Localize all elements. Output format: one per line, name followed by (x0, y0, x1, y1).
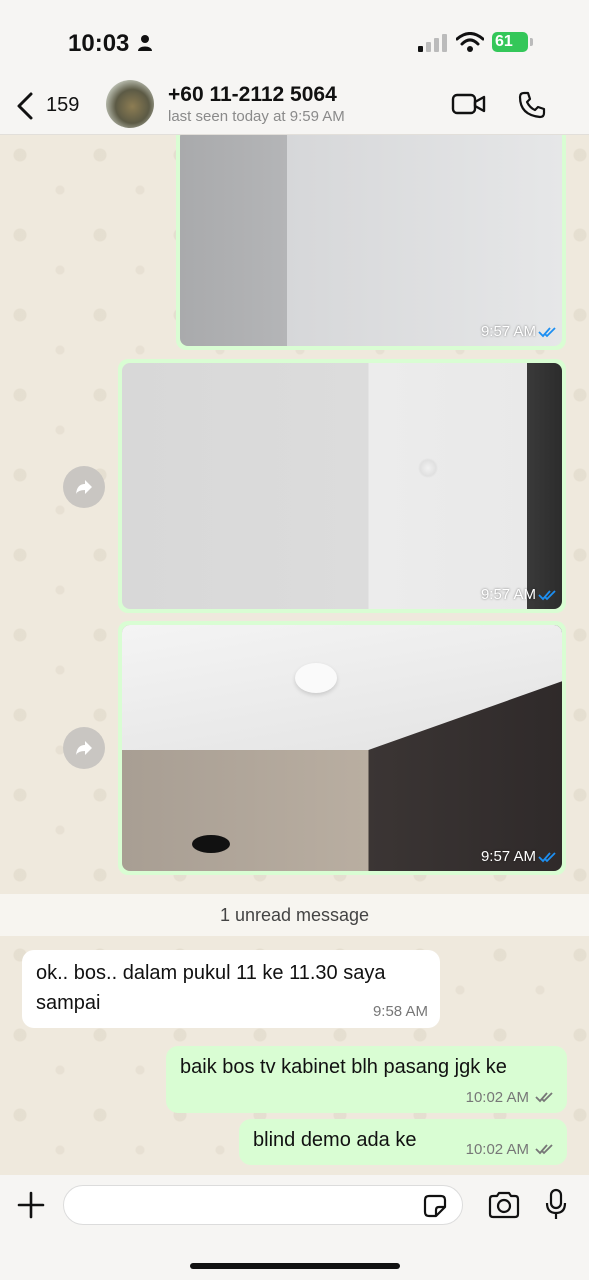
forward-arrow-icon (76, 741, 92, 755)
unread-divider: 1 unread message (0, 894, 589, 936)
photo-ceiling-lamp (295, 663, 337, 693)
home-indicator (190, 1263, 400, 1269)
chat-header: 159 +60 11-2112 5064 last seen today at … (0, 80, 589, 135)
outgoing-message[interactable]: baik bos tv kabinet blh pasang jgk ke 10… (166, 1046, 567, 1113)
forward-button[interactable] (63, 466, 105, 508)
message-time: 10:02 AM (465, 1089, 529, 1106)
last-seen-status: last seen today at 9:59 AM (168, 108, 345, 125)
signal-icon (418, 34, 447, 52)
image-message[interactable]: 9:57 AM (176, 135, 566, 350)
forward-arrow-icon (76, 480, 92, 494)
photo-ceiling-area (122, 625, 562, 750)
camera-icon[interactable] (487, 1191, 521, 1219)
read-receipt-icon (538, 327, 556, 338)
message-text: ok.. bos.. dalam pukul 11 ke 11.30 saya … (36, 962, 386, 1014)
read-receipt-icon (538, 852, 556, 863)
photo-shower-head (192, 835, 230, 853)
battery-level: 61 (495, 33, 513, 50)
delivered-ticks-icon (535, 1092, 553, 1103)
microphone-icon[interactable] (545, 1188, 567, 1220)
status-bar: 10:03 61 (0, 0, 589, 80)
message-time: 10:02 AM (465, 1141, 529, 1158)
photo-bathroom[interactable] (122, 625, 562, 871)
contact-avatar[interactable] (106, 80, 154, 128)
message-text: blind demo ada ke (253, 1129, 417, 1151)
photo-ceiling[interactable] (122, 363, 562, 609)
delivered-ticks-icon (535, 1144, 553, 1155)
message-time: 9:57 AM (480, 323, 536, 340)
message-text: baik bos tv kabinet blh pasang jgk ke (180, 1056, 507, 1078)
contact-name[interactable]: +60 11-2112 5064 (168, 83, 337, 107)
video-call-icon[interactable] (451, 92, 487, 116)
compose-bar (0, 1175, 589, 1280)
battery-tip (530, 38, 533, 46)
message-time: 9:57 AM (480, 848, 536, 865)
message-list[interactable]: 9:57 AM 9:57 AM 9:57 AM 1 unread message… (0, 135, 589, 1175)
image-message[interactable]: 9:57 AM (118, 359, 566, 613)
message-time: 9:57 AM (480, 586, 536, 603)
wifi-icon (456, 32, 484, 52)
plus-icon[interactable] (17, 1191, 45, 1219)
battery-indicator: 61 (492, 32, 528, 52)
sticker-icon[interactable] (422, 1193, 448, 1219)
person-icon (138, 35, 152, 51)
back-unread-count[interactable]: 159 (46, 94, 79, 117)
message-time: 9:58 AM (372, 1003, 428, 1020)
phone-call-icon[interactable] (517, 90, 547, 120)
outgoing-message[interactable]: blind demo ada ke 10:02 AM (239, 1119, 567, 1165)
photo-wall-corner[interactable] (180, 135, 562, 346)
message-input[interactable] (63, 1185, 463, 1225)
image-message[interactable]: 9:57 AM (118, 621, 566, 875)
read-receipt-icon (538, 590, 556, 601)
status-time: 10:03 (68, 30, 130, 57)
incoming-message[interactable]: ok.. bos.. dalam pukul 11 ke 11.30 saya … (22, 950, 440, 1028)
forward-button[interactable] (63, 727, 105, 769)
back-chevron-icon[interactable] (14, 91, 36, 121)
